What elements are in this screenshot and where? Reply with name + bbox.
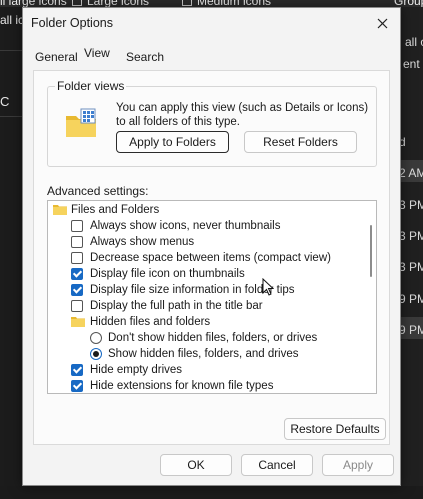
tab-search[interactable]: Search (123, 48, 167, 66)
setting-label: Display the full path in the title bar (90, 300, 263, 312)
radio-button-selected[interactable] (90, 348, 102, 360)
setting-display-file-size[interactable]: Display file size information in folder … (48, 282, 366, 298)
tree-group-files-and-folders: Files and Folders (48, 202, 366, 218)
checkbox-checked[interactable] (71, 268, 83, 280)
folder-views-group: Folder views You can apply this view (su… (47, 79, 377, 167)
folder-views-icon (66, 108, 96, 137)
setting-label: Hide extensions for known file types (90, 380, 274, 392)
setting-hide-extensions[interactable]: Hide extensions for known file types (48, 378, 366, 393)
explorer-status-bar (0, 486, 423, 499)
file-date-fragment: 3 PM (399, 229, 423, 243)
folder-views-description: You can apply this view (such as Details… (116, 102, 369, 128)
folder-views-legend: Folder views (55, 79, 127, 93)
restore-defaults-button[interactable]: Restore Defaults (284, 418, 386, 440)
menu-text-fragment: all o (405, 35, 423, 49)
checkbox[interactable] (71, 252, 83, 264)
nav-text-fragment: C (0, 94, 10, 109)
apply-button[interactable]: Apply (322, 454, 394, 476)
view-tab-panel: Folder views You can apply this view (su… (33, 70, 390, 445)
close-button[interactable] (370, 12, 394, 34)
setting-label: Show hidden files, folders, and drives (108, 348, 299, 360)
setting-display-full-path[interactable]: Display the full path in the title bar (48, 298, 366, 314)
checkbox-checked[interactable] (71, 284, 83, 296)
setting-display-file-icon[interactable]: Display file icon on thumbnails (48, 266, 366, 282)
tree-group-label: Files and Folders (71, 204, 160, 216)
setting-label: Always show menus (90, 236, 195, 248)
tree-group-label: Hidden files and folders (90, 316, 211, 328)
reset-folders-button[interactable]: Reset Folders (244, 131, 357, 153)
checkbox-checked[interactable] (71, 380, 83, 392)
close-icon (377, 18, 387, 28)
tab-strip: General View Search (23, 44, 400, 70)
advanced-settings-label: Advanced settings: (47, 184, 149, 198)
advanced-settings-tree[interactable]: Files and Folders Always show icons, nev… (47, 200, 377, 394)
tab-view[interactable]: View (81, 44, 113, 62)
dialog-titlebar[interactable]: Folder Options (23, 8, 400, 38)
file-date-fragment: 3 PM (399, 260, 423, 274)
checkbox[interactable] (71, 300, 83, 312)
tab-general[interactable]: General (32, 48, 81, 66)
checkbox[interactable] (71, 236, 83, 248)
file-date-fragment: 9 PM (399, 323, 423, 337)
radio-button[interactable] (90, 332, 102, 344)
file-date-fragment: 3 PM (399, 198, 423, 212)
setting-label: Decrease space between items (compact vi… (90, 252, 331, 264)
dialog-title: Folder Options (31, 16, 113, 30)
setting-label: Display file icon on thumbnails (90, 268, 245, 280)
setting-label: Hide empty drives (90, 364, 183, 376)
explorer-file-list (401, 7, 423, 499)
setting-always-show-icons[interactable]: Always show icons, never thumbnails (48, 218, 366, 234)
ok-button[interactable]: OK (160, 454, 232, 476)
checkbox[interactable] (71, 220, 83, 232)
apply-to-folders-button[interactable]: Apply to Folders (116, 131, 229, 153)
setting-always-show-menus[interactable]: Always show menus (48, 234, 366, 250)
mouse-cursor-icon (262, 278, 274, 296)
cancel-button[interactable]: Cancel (241, 454, 313, 476)
setting-decrease-space[interactable]: Decrease space between items (compact vi… (48, 250, 366, 266)
setting-label: Don't show hidden files, folders, or dri… (108, 332, 318, 344)
nav-text-fragment: all ic (0, 13, 25, 27)
checkbox-checked[interactable] (71, 364, 83, 376)
file-date-fragment: 9 PM (399, 292, 423, 306)
setting-hide-empty-drives[interactable]: Hide empty drives (48, 362, 366, 378)
setting-dont-show-hidden[interactable]: Don't show hidden files, folders, or dri… (48, 330, 366, 346)
explorer-navigation-pane (0, 7, 22, 499)
setting-label: Always show icons, never thumbnails (90, 220, 281, 232)
folder-options-dialog: Folder Options General View Search Folde… (22, 7, 401, 486)
tree-group-hidden-files: Hidden files and folders (48, 314, 366, 330)
folder-icon (53, 205, 67, 215)
setting-show-hidden[interactable]: Show hidden files, folders, and drives (48, 346, 366, 362)
menu-text-fragment: ent vi (403, 57, 423, 71)
file-date-fragment: 2 AM (399, 166, 423, 180)
folder-icon (71, 317, 85, 327)
tree-scrollbar-thumb[interactable] (370, 225, 372, 277)
